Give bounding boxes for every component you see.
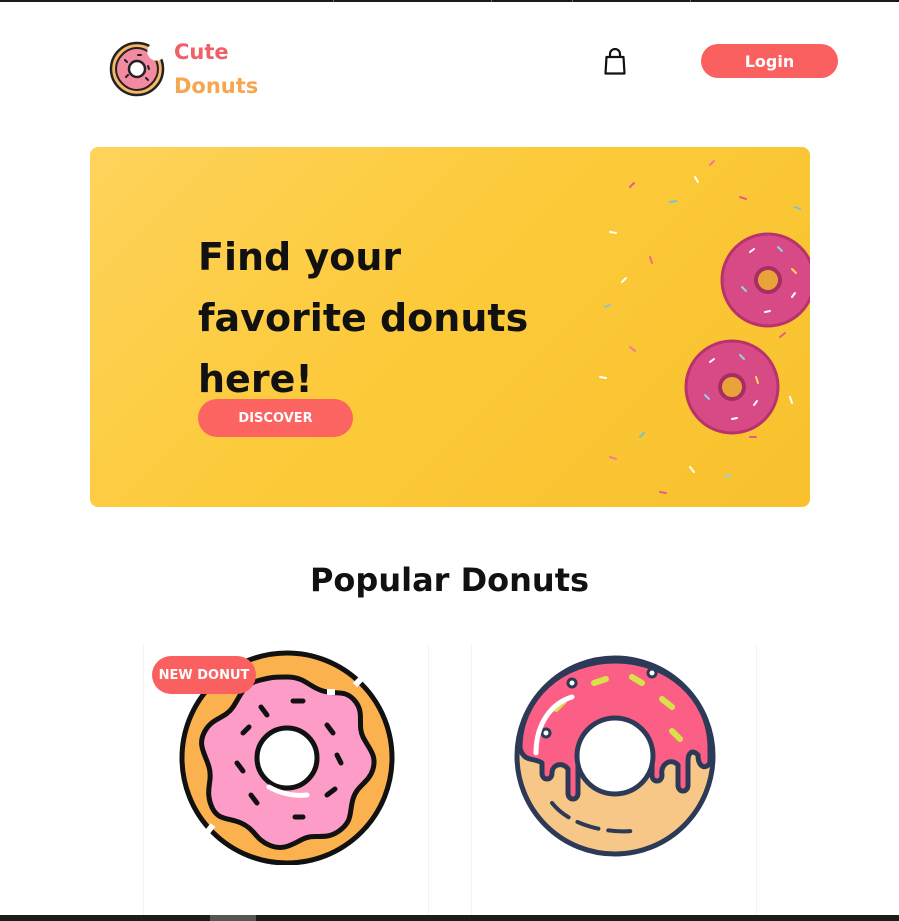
discover-button[interactable]: DISCOVER xyxy=(198,399,353,437)
donut-card[interactable] xyxy=(471,645,757,920)
drip-frosted-donut-icon xyxy=(514,655,716,857)
scrollbar-thumb[interactable] xyxy=(210,915,256,921)
login-button[interactable]: Login xyxy=(701,44,838,78)
hero-donuts-image xyxy=(599,160,810,494)
horizontal-scrollbar[interactable] xyxy=(0,915,899,921)
shopping-bag-icon[interactable] xyxy=(603,48,627,76)
donut-logo-icon[interactable] xyxy=(108,40,166,98)
section-title: Popular Donuts xyxy=(309,561,590,599)
brand-name-line1: Cute xyxy=(174,40,229,64)
new-donut-badge: NEW DONUT xyxy=(152,656,256,694)
hero-banner: Find your favorite donuts here! DISCOVER xyxy=(90,147,810,507)
window-top-ticks xyxy=(0,0,899,2)
brand-name-line2: Donuts xyxy=(174,74,259,98)
